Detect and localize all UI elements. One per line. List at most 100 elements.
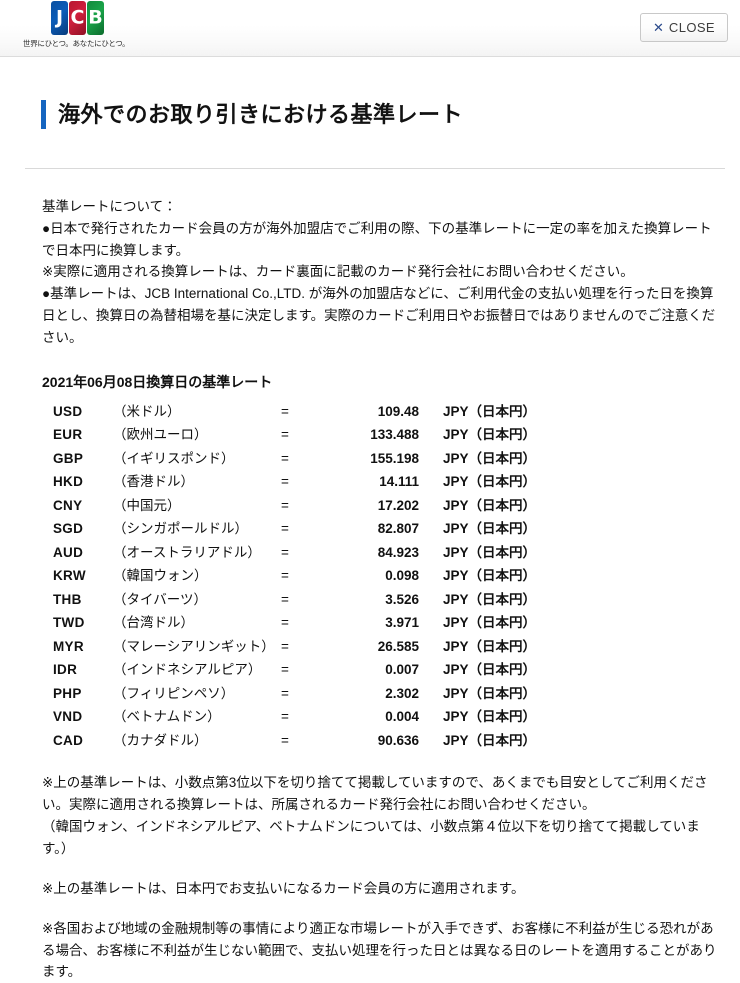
equals-symbol: = bbox=[281, 544, 289, 560]
note-rounding: ※上の基準レートは、小数点第3位以下を切り捨てて掲載していますので、あくまでも目… bbox=[42, 775, 708, 813]
rate-unit: JPY（日本円） bbox=[443, 427, 537, 443]
currency-code: VND bbox=[53, 709, 83, 725]
rate-unit: JPY（日本円） bbox=[443, 497, 537, 513]
rate-unit: JPY（日本円） bbox=[443, 450, 537, 466]
currency-name: （台湾ドル） bbox=[113, 615, 194, 631]
rate-value: 3.971 bbox=[385, 615, 419, 631]
table-row: GBP （イギリスポンド） = 155.198 JPY（日本円） bbox=[53, 447, 536, 471]
currency-code: USD bbox=[53, 403, 83, 419]
page-content: 基準レートについて： ●日本で発行されたカード会員の方が海外加盟店でご利用の際、… bbox=[25, 169, 740, 983]
table-row: CNY （中国元） = 17.202 JPY（日本円） bbox=[53, 494, 536, 518]
currency-code: EUR bbox=[53, 427, 83, 443]
equals-symbol: = bbox=[281, 732, 289, 748]
table-row: VND （ベトナムドン） = 0.004 JPY（日本円） bbox=[53, 705, 536, 729]
rate-value: 2.302 bbox=[385, 685, 419, 701]
rate-value: 14.111 bbox=[379, 474, 419, 490]
jcb-logo-tile-green: B bbox=[87, 1, 104, 35]
currency-code: IDR bbox=[53, 662, 78, 678]
rate-unit: JPY（日本円） bbox=[443, 732, 537, 748]
rate-value: 82.807 bbox=[377, 521, 419, 537]
currency-code: CAD bbox=[53, 732, 84, 748]
table-row: PHP （フィリピンペソ） = 2.302 JPY（日本円） bbox=[53, 682, 536, 706]
currency-code: GBP bbox=[53, 450, 84, 466]
equals-symbol: = bbox=[281, 709, 289, 725]
rates-heading: 2021年06月08日換算日の基準レート bbox=[42, 373, 273, 390]
jcb-logo: J C B bbox=[51, 1, 163, 35]
rate-unit: JPY（日本円） bbox=[443, 474, 537, 490]
table-row: IDR （インドネシアルピア） = 0.007 JPY（日本円） bbox=[53, 658, 536, 682]
rate-value: 0.098 bbox=[385, 568, 419, 584]
table-row: AUD （オーストラリアドル） = 84.923 JPY（日本円） bbox=[53, 541, 536, 565]
currency-name: （タイバーツ） bbox=[113, 591, 207, 607]
rate-unit: JPY（日本円） bbox=[443, 709, 537, 725]
rate-unit: JPY（日本円） bbox=[443, 638, 537, 654]
currency-name: （オーストラリアドル） bbox=[113, 544, 261, 560]
jcb-logo-letter-c: C bbox=[70, 6, 85, 29]
rate-unit: JPY（日本円） bbox=[443, 544, 537, 560]
rate-unit: JPY（日本円） bbox=[443, 521, 537, 537]
close-button[interactable]: ✕ CLOSE bbox=[640, 13, 728, 42]
intro-block: 基準レートについて： ●日本で発行されたカード会員の方が海外加盟店でご利用の際、… bbox=[42, 196, 724, 349]
rate-unit: JPY（日本円） bbox=[443, 662, 537, 678]
rate-unit: JPY（日本円） bbox=[443, 568, 537, 584]
note-market-regulations: ※各国および地域の金融規制等の事情により適正な市場レートが入手できず、お客様に不… bbox=[42, 920, 717, 980]
jcb-tagline: 世界にひとつ。あなたにひとつ。 bbox=[23, 39, 130, 48]
jcb-logo-letter-j: J bbox=[55, 6, 64, 29]
title-accent-bar bbox=[41, 100, 46, 130]
page-title: 海外でのお取り引きにおける基準レート bbox=[58, 101, 464, 127]
jcb-brand: J C B 世界にひとつ。あなたにひとつ。 bbox=[23, 1, 163, 49]
table-row: KRW （韓国ウォン） = 0.098 JPY（日本円） bbox=[53, 564, 536, 588]
jcb-logo-letter-b: B bbox=[88, 6, 103, 29]
equals-symbol: = bbox=[281, 450, 289, 466]
equals-symbol: = bbox=[281, 568, 289, 584]
equals-symbol: = bbox=[281, 685, 289, 701]
intro-line-3: ※実際に適用される換算レートは、カード裏面に記載のカード発行会社にお問い合わせく… bbox=[42, 264, 634, 280]
rate-unit: JPY（日本円） bbox=[443, 615, 537, 631]
page-header: J C B 世界にひとつ。あなたにひとつ。 ✕ CLOSE bbox=[0, 0, 740, 57]
currency-name: （中国元） bbox=[113, 497, 181, 513]
rate-value: 3.526 bbox=[385, 591, 419, 607]
currency-code: MYR bbox=[53, 638, 84, 654]
rate-unit: JPY（日本円） bbox=[443, 685, 537, 701]
exchange-rate-table: USD （米ドル） = 109.48 JPY（日本円） EUR （欧州ユーロ） … bbox=[53, 400, 536, 753]
rate-value: 155.198 bbox=[370, 450, 419, 466]
table-row: THB （タイバーツ） = 3.526 JPY（日本円） bbox=[53, 588, 536, 612]
rate-value: 133.488 bbox=[370, 427, 419, 443]
equals-symbol: = bbox=[281, 615, 289, 631]
jcb-logo-tile-blue: J bbox=[51, 1, 68, 35]
currency-name: （欧州ユーロ） bbox=[113, 427, 208, 443]
currency-code: PHP bbox=[53, 685, 82, 701]
currency-code: THB bbox=[53, 591, 82, 607]
table-row: MYR （マレーシアリンギット） = 26.585 JPY（日本円） bbox=[53, 635, 536, 659]
currency-name: （フィリピンペソ） bbox=[113, 685, 235, 701]
rate-value: 17.202 bbox=[377, 497, 419, 513]
equals-symbol: = bbox=[281, 662, 289, 678]
rate-value: 109.48 bbox=[377, 403, 419, 419]
currency-code: TWD bbox=[53, 615, 85, 631]
table-row: EUR （欧州ユーロ） = 133.488 JPY（日本円） bbox=[53, 423, 536, 447]
equals-symbol: = bbox=[281, 497, 289, 513]
currency-name: （カナダドル） bbox=[113, 732, 208, 748]
currency-name: （インドネシアルピア） bbox=[113, 662, 262, 678]
currency-name: （香港ドル） bbox=[113, 474, 194, 490]
equals-symbol: = bbox=[281, 403, 289, 419]
equals-symbol: = bbox=[281, 474, 289, 490]
rate-value: 26.585 bbox=[377, 638, 419, 654]
table-row: USD （米ドル） = 109.48 JPY（日本円） bbox=[53, 400, 536, 424]
notes-block: ※上の基準レートは、小数点第3位以下を切り捨てて掲載していますので、あくまでも目… bbox=[42, 772, 724, 983]
currency-code: AUD bbox=[53, 544, 84, 560]
rate-table-body: USD （米ドル） = 109.48 JPY（日本円） EUR （欧州ユーロ） … bbox=[53, 400, 536, 753]
currency-code: HKD bbox=[53, 474, 84, 490]
rate-unit: JPY（日本円） bbox=[443, 591, 537, 607]
content-panel: 海外でのお取り引きにおける基準レート 基準レートについて： ●日本で発行されたカ… bbox=[25, 57, 740, 983]
equals-symbol: = bbox=[281, 521, 289, 537]
currency-name: （米ドル） bbox=[113, 403, 181, 419]
rate-value: 0.004 bbox=[385, 709, 419, 725]
currency-name: （マレーシアリンギット） bbox=[113, 638, 275, 654]
table-row: CAD （カナダドル） = 90.636 JPY（日本円） bbox=[53, 729, 536, 753]
currency-code: CNY bbox=[53, 497, 83, 513]
close-x-icon: ✕ bbox=[653, 20, 664, 35]
table-row: TWD （台湾ドル） = 3.971 JPY（日本円） bbox=[53, 611, 536, 635]
rate-value: 84.923 bbox=[377, 544, 419, 560]
jcb-logo-tile-red: C bbox=[69, 1, 86, 35]
